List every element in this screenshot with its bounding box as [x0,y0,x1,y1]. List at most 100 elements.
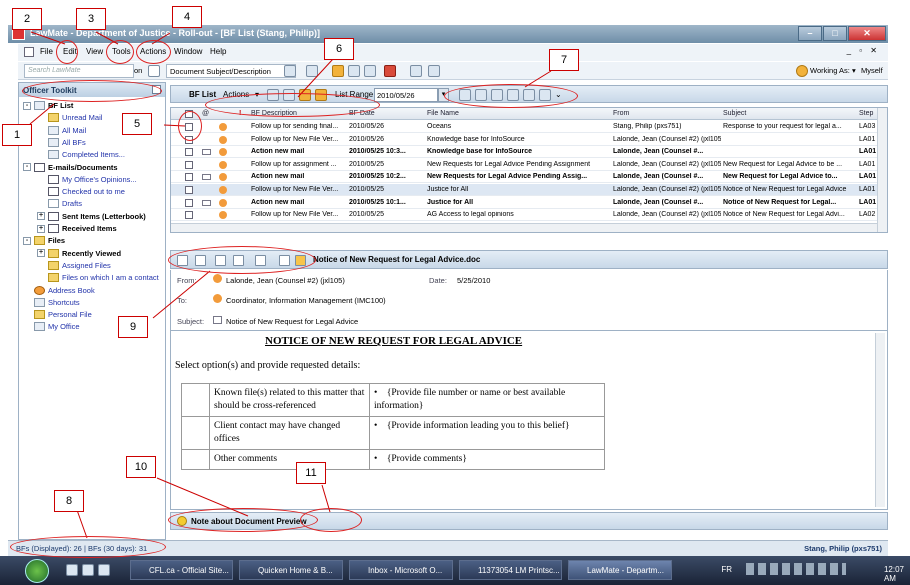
list-view-icon[interactable] [306,65,318,77]
option-checkbox-cell[interactable] [181,383,210,417]
expand-icon[interactable]: + [37,249,45,258]
sidebar-item[interactable]: All BFs [37,137,86,147]
working-as-value[interactable]: Myself [861,66,883,75]
document-vertical-scrollbar[interactable] [875,333,885,507]
table-row[interactable]: Action new mail 2010/05/25 10:2... New Req… [171,171,877,184]
sidebar-item[interactable]: + Sent Items (Letterbook) [37,211,146,221]
quick-launch-icon[interactable] [66,564,78,576]
sidebar-item[interactable]: Checked out to me [37,187,125,197]
row-checkbox[interactable] [185,186,193,194]
tools-icon[interactable] [410,65,422,77]
sidebar-item[interactable]: + Recently Viewed [37,248,121,258]
row-checkbox[interactable] [185,173,193,182]
grid-vertical-scrollbar[interactable] [877,108,887,232]
working-as-dropdown-icon[interactable]: ▾ [852,66,856,75]
start-button[interactable] [25,559,49,583]
table-row[interactable]: Follow up for sending final... 2010/05/26… [171,121,877,133]
row-checkbox[interactable] [185,211,193,220]
taskbar-item[interactable]: LawMate - Departm... [568,560,672,580]
attachment-column-icon[interactable]: @ [202,110,209,117]
document-menu-icon[interactable] [24,47,34,57]
taskbar-item[interactable]: CFL.ca - Official Site... [130,560,233,580]
table-row[interactable]: Follow up for New File Ver... 2010/05/25 J… [171,184,877,196]
sender-user-icon [213,274,222,283]
menu-window[interactable]: Window [174,47,202,56]
mdi-controls[interactable]: _ ▫ ✕ [847,46,880,55]
calendar-icon[interactable] [332,65,344,77]
collapse-icon[interactable]: - [23,163,31,171]
column-file-name[interactable]: File Name [427,110,459,117]
expand-icon[interactable]: + [37,212,45,221]
bf-user-icon [219,173,227,182]
collapse-icon[interactable]: - [23,236,31,245]
window-titlebar[interactable]: LawMate - Department of Justice - Roll-o… [8,25,888,43]
annotation-ring-grid-tools [444,84,578,108]
table-row[interactable]: Follow up for assignment ... 2010/05/25 Ne… [171,159,877,171]
refresh-icon[interactable] [348,65,360,77]
menu-file[interactable]: File [40,47,53,56]
sidebar-item[interactable]: Shortcuts [23,297,80,307]
table-row[interactable]: Action new mail 2010/05/25 10:1... Justice… [171,197,877,209]
annotation-ring-preview-tools [168,246,316,274]
tray-icons[interactable] [746,563,846,575]
search-icon[interactable] [284,65,296,77]
from-value[interactable]: Lalonde, Jean (Counsel #2) (jxl105) [226,276,345,285]
list-range-field[interactable]: 2010/05/26 [374,88,438,102]
maximize-button[interactable]: □ [823,26,847,41]
new-bf-icon[interactable] [384,65,396,77]
language-indicator[interactable]: FR [721,565,732,574]
current-user-status: Stang, Philip (pxs751) [804,544,882,553]
taskbar-item[interactable]: Quicken Home & B... [239,560,343,580]
sidebar-item[interactable]: - Files [23,236,65,246]
to-value[interactable]: Coordinator, Information Management (IMC… [226,296,386,305]
sidebar-item[interactable]: - BF List [23,101,73,110]
recipient-user-icon [213,294,222,303]
sidebar-item[interactable]: Address Book [23,285,95,295]
expand-icon[interactable]: + [37,224,45,233]
menu-help[interactable]: Help [210,47,226,56]
sidebar-item[interactable]: Drafts [37,199,82,209]
sidebar-item[interactable]: Unread Mail [37,113,103,123]
cell-from: Stang, Philip (pxs751) [613,123,682,130]
sidebar-item[interactable]: My Office [23,322,80,332]
sidebar-item[interactable]: All Mail [37,125,86,135]
sidebar-item[interactable]: Assigned Files [37,260,111,270]
table-row[interactable]: Follow up for New File Ver... 2010/05/25 A… [171,209,877,222]
bf-user-icon [219,135,227,144]
row-checkbox[interactable] [185,198,193,207]
close-button[interactable]: ✕ [848,26,886,41]
row-checkbox[interactable] [185,148,193,157]
table-row[interactable]: Follow up for New File Ver... 2010/05/26 K… [171,134,877,146]
column-subject[interactable]: Subject [723,110,746,117]
grid-horizontal-scrollbar[interactable] [171,223,877,232]
sidebar-item-label: Unread Mail [62,113,103,123]
mail-icon [48,125,59,135]
search-input[interactable]: Search LawMate [24,64,134,78]
sidebar-item[interactable]: - E-mails/Documents [23,162,118,172]
sidebar-item[interactable]: Files on which I am a contact [37,273,159,283]
quick-launch-icon[interactable] [98,564,110,576]
sidebar-item[interactable]: Personal File [23,310,92,320]
sidebar-item[interactable]: + Received Items [37,224,117,233]
quick-launch-icon[interactable] [82,564,94,576]
menu-view[interactable]: View [86,47,103,56]
annotation-ring-note-right [300,508,362,532]
sidebar-item[interactable]: Completed Items... [37,150,125,160]
minimize-button[interactable]: – [798,26,822,41]
search-scope-select[interactable]: Document Subject/Description [166,64,296,78]
folder-icon [34,310,45,320]
cell-step: LA01 [859,198,877,206]
column-step[interactable]: Step [859,110,873,117]
table-row[interactable]: Action new mail 2010/05/25 10:3... Knowled… [171,146,877,159]
taskbar-item[interactable]: Inbox - Microsoft O... [349,560,453,580]
cell-bf-date: 2010/05/26 [349,135,385,143]
exit-icon[interactable] [428,65,440,77]
taskbar-item[interactable]: 11373054 LM Printsc... [459,560,562,580]
collapse-icon[interactable]: - [23,101,31,110]
sidebar-item[interactable]: My Office's Opinions... [37,174,137,184]
option-checkbox-cell[interactable] [181,449,210,470]
notes-icon[interactable] [364,65,376,77]
column-from[interactable]: From [613,110,629,117]
option-checkbox-cell[interactable] [181,416,210,450]
row-checkbox[interactable] [185,160,193,169]
